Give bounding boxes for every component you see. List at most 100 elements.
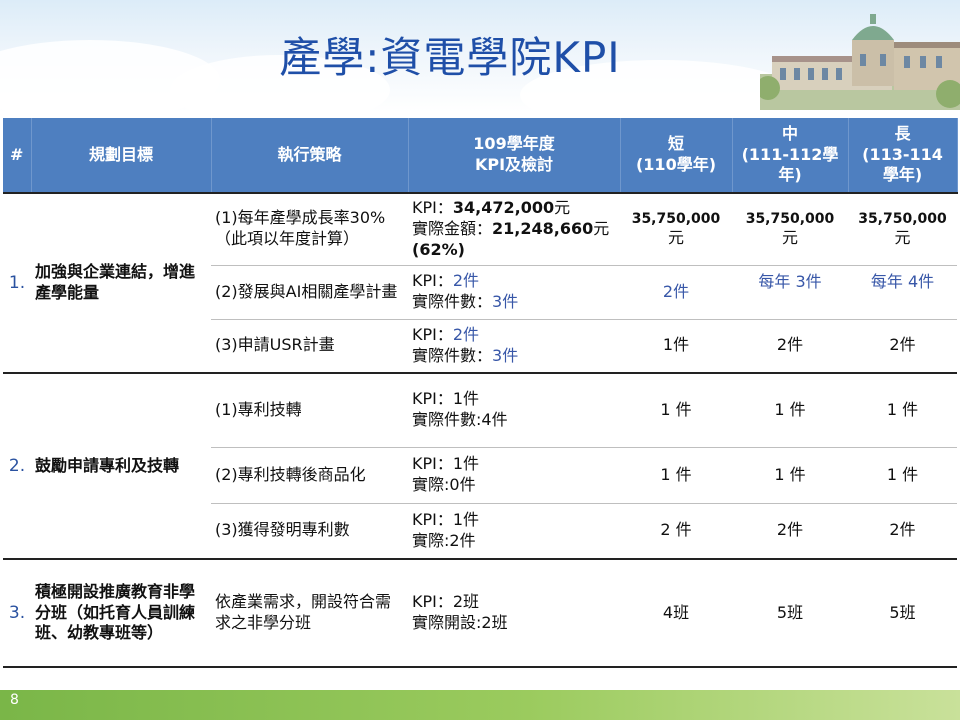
mid-term-cell: 35,750,000 元 [732,192,848,265]
header-mid-line3: 年) [778,165,802,185]
header-strategy: 執行策略 [211,118,409,193]
strategy-cell: (1)專利技轉 [211,372,408,447]
group-goal: 積極開設推廣教育非學分班（如托育人員訓練班、幼教專班等） [31,558,211,668]
kpi-target-line: KPI：34,472,000元 [412,198,616,219]
short-term-cell: 1件 [620,318,732,373]
kpi-target-value: 2件 [452,271,480,291]
group-goal: 加強與企業連結，增進產學能量 [31,192,211,373]
mid-term-cell: 5班 [732,558,848,668]
kpi-cell: KPI：2件 實際件數：3件 [408,318,620,373]
mid-term-value: 35,750,000 [745,210,835,227]
kpi-actual-line: 實際件數：3件 [412,292,616,313]
group-number: 2. [3,372,31,559]
kpi-cell: KPI：2班 實際開設:2班 [408,558,620,668]
strategy-cell: (2)發展與AI相關產學計畫 [211,264,408,319]
mid-term-unit: 元 [781,227,798,247]
mid-term-cell: 每年 3件 [732,264,848,319]
mid-term-cell: 1 件 [732,446,848,503]
strategy-cell: (3)獲得發明專利數 [211,502,408,559]
kpi-target-line: KPI：1件 [412,389,480,409]
short-term-cell: 35,750,000 元 [620,192,732,265]
kpi-actual-line: 實際:2件 [412,530,476,550]
short-term-cell: 2件 [620,264,732,319]
kpi-target-line: KPI：2件 [412,271,616,292]
kpi-target-line: KPI：2班 [412,592,480,612]
kpi-cell: KPI：34,472,000元 實際金額：21,248,660元(62%) [408,192,620,265]
kpi-target-unit: 元 [554,198,571,218]
kpi-cell: KPI：1件 實際:2件 [408,502,620,559]
header-short-line1: 短 [667,134,684,154]
kpi-actual-line: 實際件數：3件 [412,346,616,367]
kpi-table: # 規劃目標 執行策略 109學年度 KPI及檢討 短 (110學年) 中 (111-… [3,118,958,668]
long-term-cell: 每年 4件 [848,264,957,319]
strategy-cell: (1)每年產學成長率30%（此項以年度計算） [211,192,408,265]
long-term-unit: 元 [894,227,911,247]
header-kpi-line1: 109學年度 [473,134,555,154]
kpi-target-value: 2件 [452,324,480,344]
header-long-line3: 學年) [882,165,923,185]
header-kpi: 109學年度 KPI及檢討 [408,118,621,193]
header-mid-line1: 中 [781,123,798,143]
kpi-actual-label: 實際件數： [412,292,493,311]
building-illustration-icon [760,14,960,110]
header-goal: 規劃目標 [31,118,212,193]
long-term-cell: 2件 [848,318,957,373]
short-term-value: 35,750,000 [631,210,721,227]
long-term-cell: 1 件 [848,372,957,447]
kpi-actual-value: 3件 [492,292,519,311]
table-row: 3. 積極開設推廣教育非學分班（如托育人員訓練班、幼教專班等） 依產業需求，開設… [3,558,957,668]
kpi-actual-line: 實際:0件 [412,475,476,494]
header-short: 短 (110學年) [620,118,733,193]
table-header-row: # 規劃目標 執行策略 109學年度 KPI及檢討 短 (110學年) 中 (111-… [3,118,958,193]
short-term-cell: 1 件 [620,372,732,447]
mid-term-cell: 2件 [732,502,848,559]
kpi-actual-line: 實際開設:2班 [412,613,508,632]
table-row: 1. 加強與企業連結，增進產學能量 (1)每年產學成長率30%（此項以年度計算）… [3,192,957,373]
header-long: 長 (113-114 學年) [848,118,958,193]
mid-term-cell: 2件 [732,318,848,373]
kpi-actual-value: 21,248,660 [492,218,594,238]
strategy-cell: (3)申請USR計畫 [211,318,408,373]
group-number: 1. [3,192,31,373]
kpi-actual-unit: 元 [593,218,610,238]
short-term-cell: 1 件 [620,446,732,503]
kpi-target-line: KPI：1件 [412,454,480,474]
kpi-cell: KPI：1件 實際:0件 [408,446,620,503]
header-long-line2: (113-114 [862,144,943,164]
group-goal: 鼓勵申請專利及技轉 [31,372,211,559]
strategy-cell: (2)專利技轉後商品化 [211,446,408,503]
table-row: 2. 鼓勵申請專利及技轉 (1)專利技轉 KPI：1件 實際件數:4件 1 件 … [3,372,957,559]
kpi-actual-label: 實際件數： [412,345,493,365]
kpi-target-line: KPI：1件 [412,509,480,529]
long-term-cell: 35,750,000 元 [848,192,957,265]
kpi-cell: KPI：1件 實際件數:4件 [408,372,620,447]
long-term-cell: 2件 [848,502,957,559]
header-kpi-line2: KPI及檢討 [474,155,554,174]
short-term-unit: 元 [667,227,684,247]
long-term-value: 35,750,000 [858,210,947,227]
slide-footer-bar [0,690,960,720]
header-short-line2: (110學年) [635,155,717,174]
mid-term-cell: 1 件 [732,372,848,447]
short-term-cell: 2 件 [620,502,732,559]
kpi-cell: KPI：2件 實際件數：3件 [408,264,620,319]
kpi-target-label: KPI： [412,271,453,291]
kpi-target-label: KPI： [412,198,453,218]
header-mid-line2: (111-112學 [741,144,839,164]
kpi-target-value: 34,472,000 [452,198,555,218]
slide-header: 產學:資電學院KPI [0,0,960,112]
kpi-actual-line: 實際件數:4件 [412,410,508,430]
kpi-actual-percent: (62%) [412,239,465,259]
strategy-cell: 依產業需求，開設符合需求之非學分班 [211,558,408,668]
header-mid: 中 (111-112學 年) [732,118,849,193]
kpi-actual-label: 實際金額： [412,218,493,238]
kpi-actual-value: 3件 [492,345,519,365]
long-term-cell: 1 件 [848,446,957,503]
page-number: 8 [10,692,19,708]
long-term-cell: 5班 [848,558,957,668]
kpi-target-label: KPI： [412,324,453,344]
group-number: 3. [3,558,31,668]
header-num: # [3,118,32,193]
kpi-target-line: KPI：2件 [412,325,616,346]
short-term-cell: 4班 [620,558,732,668]
